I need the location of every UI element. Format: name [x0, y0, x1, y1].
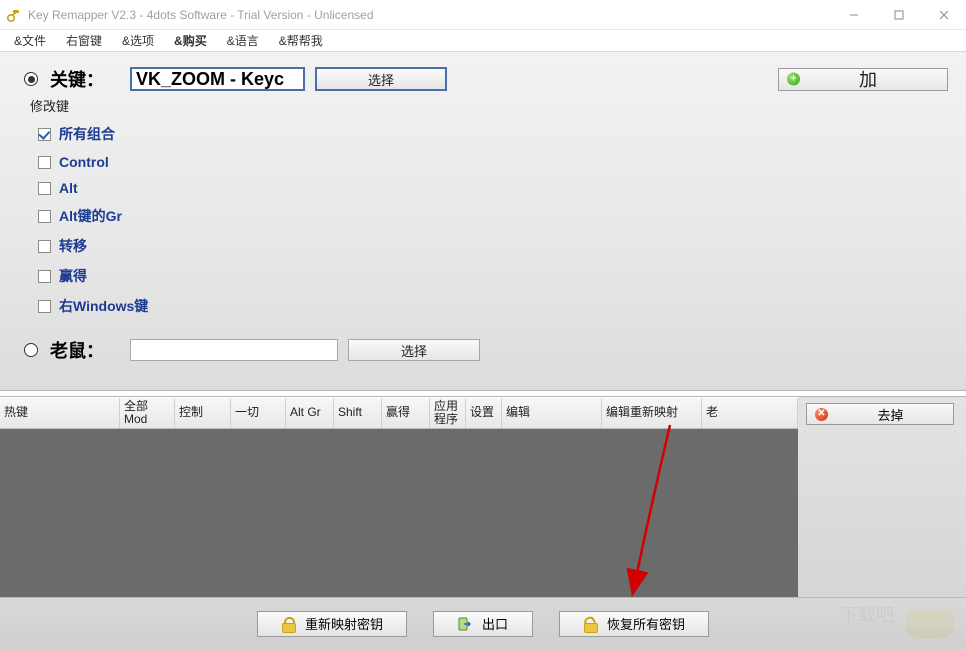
mouse-radio-label: 老鼠： [50, 337, 120, 363]
plus-icon: + [787, 73, 800, 86]
watermark: 下载吧 [830, 591, 960, 641]
modifier-item[interactable]: 右Windows键 [38, 291, 948, 321]
bottom-bar: 重新映射密钥 出口 恢复所有密钥 [0, 597, 966, 649]
modifier-checkbox[interactable] [38, 182, 51, 195]
modifier-item[interactable]: 所有组合 [38, 119, 948, 149]
remove-button[interactable]: ✕ 去掉 [806, 403, 954, 425]
menu-rightwinkey[interactable]: 右窗键 [56, 30, 112, 51]
menu-help[interactable]: &帮帮我 [269, 30, 333, 51]
app-icon [6, 7, 22, 23]
modifier-item[interactable]: Alt键的Gr [38, 201, 948, 231]
modifier-label: 转移 [59, 236, 87, 256]
menu-language[interactable]: &语言 [217, 30, 269, 51]
modifier-item[interactable]: Alt [38, 175, 948, 201]
th-old[interactable]: 老 [702, 398, 798, 428]
mouse-radio[interactable] [24, 343, 38, 357]
modifier-label: Alt键的Gr [59, 206, 122, 226]
key-select-label: 选择 [368, 70, 394, 89]
th-shift[interactable]: Shift [334, 398, 382, 428]
remove-button-label: 去掉 [836, 405, 945, 424]
table-header: 热键 全部Mod 控制 一切 Alt Gr Shift 赢得 应用程序 设置 编… [0, 397, 798, 429]
th-app[interactable]: 应用程序 [430, 398, 466, 428]
restore-keys-button[interactable]: 恢复所有密钥 [559, 611, 709, 637]
window-titlebar: Key Remapper V2.3 - 4dots Software - Tri… [0, 0, 966, 30]
modifier-label: Control [59, 154, 109, 170]
modifier-label: 右Windows键 [59, 296, 148, 316]
restore-keys-label: 恢复所有密钥 [607, 614, 685, 633]
th-allmod[interactable]: 全部Mod [120, 398, 175, 428]
th-control[interactable]: 控制 [175, 398, 231, 428]
modifier-label: Alt [59, 180, 78, 196]
modifier-checkbox[interactable] [38, 270, 51, 283]
config-panel: 关键： VK_ZOOM - Keyc 选择 + 加 修改键 所有组合 Contr… [0, 52, 966, 390]
exit-label: 出口 [482, 614, 508, 633]
minimize-button[interactable] [831, 0, 876, 29]
menu-bar: &文件 右窗键 &选项 &购买 &语言 &帮帮我 [0, 30, 966, 52]
key-input[interactable]: VK_ZOOM - Keyc [130, 67, 305, 91]
modifier-list: 所有组合 Control Alt Alt键的Gr 转移 赢得 右Windows键 [38, 119, 948, 321]
add-button-label: 加 [859, 66, 877, 92]
mouse-input[interactable] [130, 339, 338, 361]
th-altgr[interactable]: Alt Gr [286, 398, 334, 428]
add-button[interactable]: + 加 [778, 68, 948, 91]
modifier-checkbox[interactable] [38, 300, 51, 313]
mouse-row: 老鼠： 选择 [24, 337, 948, 363]
remap-table: 热键 全部Mod 控制 一切 Alt Gr Shift 赢得 应用程序 设置 编… [0, 397, 798, 597]
modifier-group-title: 修改键 [30, 96, 948, 115]
table-body[interactable] [0, 429, 798, 597]
modifier-checkbox[interactable] [38, 156, 51, 169]
svg-text:下载吧: 下载吧 [840, 605, 894, 625]
key-select-button[interactable]: 选择 [315, 67, 447, 91]
remap-keys-button[interactable]: 重新映射密钥 [257, 611, 407, 637]
window-title: Key Remapper V2.3 - 4dots Software - Tri… [28, 8, 831, 22]
th-hotkey[interactable]: 热键 [0, 398, 120, 428]
mouse-select-label: 选择 [401, 341, 427, 360]
mouse-select-button[interactable]: 选择 [348, 339, 480, 361]
exit-button[interactable]: 出口 [433, 611, 533, 637]
modifier-checkbox[interactable] [38, 240, 51, 253]
modifier-item[interactable]: 转移 [38, 231, 948, 261]
th-win[interactable]: 赢得 [382, 398, 430, 428]
key-row: 关键： VK_ZOOM - Keyc 选择 + 加 [24, 66, 948, 92]
right-pane: ✕ 去掉 [798, 397, 966, 597]
window-controls [831, 0, 966, 29]
modifier-checkbox[interactable] [38, 128, 51, 141]
modifier-checkbox[interactable] [38, 210, 51, 223]
panel-separator [0, 390, 966, 397]
key-radio[interactable] [24, 72, 38, 86]
unlock-icon [583, 617, 597, 631]
remap-keys-label: 重新映射密钥 [305, 614, 383, 633]
maximize-button[interactable] [876, 0, 921, 29]
exit-icon [458, 617, 472, 631]
menu-file[interactable]: &文件 [4, 30, 56, 51]
menu-options[interactable]: &选项 [112, 30, 164, 51]
th-edit[interactable]: 编辑 [502, 398, 602, 428]
th-all[interactable]: 一切 [231, 398, 286, 428]
modifier-label: 赢得 [59, 266, 87, 286]
modifier-label: 所有组合 [59, 124, 115, 144]
th-settings[interactable]: 设置 [466, 398, 502, 428]
key-radio-label: 关键： [50, 66, 120, 92]
modifier-item[interactable]: 赢得 [38, 261, 948, 291]
remove-icon: ✕ [815, 408, 828, 421]
menu-buy[interactable]: &购买 [164, 30, 217, 51]
close-button[interactable] [921, 0, 966, 29]
lock-icon [281, 617, 295, 631]
key-input-value: VK_ZOOM - Keyc [136, 69, 284, 90]
table-row-wrap: 热键 全部Mod 控制 一切 Alt Gr Shift 赢得 应用程序 设置 编… [0, 397, 966, 597]
modifier-item[interactable]: Control [38, 149, 948, 175]
th-editremap[interactable]: 编辑重新映射 [602, 398, 702, 428]
